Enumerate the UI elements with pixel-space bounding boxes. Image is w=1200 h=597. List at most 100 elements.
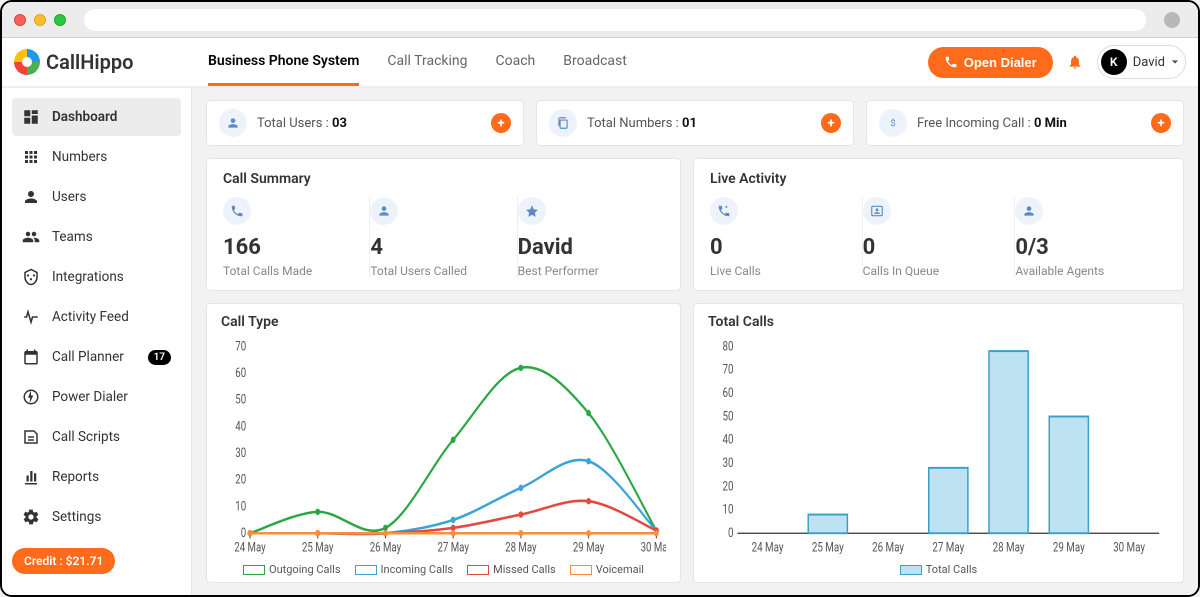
svg-text:24 May: 24 May (752, 539, 784, 555)
app-header: CallHippo Business Phone System Call Trac… (2, 38, 1198, 88)
svg-text:27 May: 27 May (437, 539, 469, 555)
svg-text:60: 60 (722, 385, 733, 401)
extension-icon[interactable] (1164, 12, 1180, 28)
nav-tab-broadcast[interactable]: Broadcast (563, 38, 627, 86)
svg-text:60: 60 (235, 365, 246, 381)
metric-value: 4 (370, 235, 504, 260)
legend-item[interactable]: Total Calls (900, 563, 977, 576)
open-dialer-button[interactable]: Open Dialer (928, 47, 1053, 78)
legend-swatch (900, 565, 922, 575)
sidebar-item-integrations[interactable]: Integrations (12, 258, 181, 296)
legend-item[interactable]: Missed Calls (467, 563, 556, 576)
svg-text:26 May: 26 May (872, 539, 904, 555)
sidebar-item-teams[interactable]: Teams (12, 218, 181, 256)
legend-label: Missed Calls (493, 563, 556, 576)
call-type-chart-panel: Call Type 01020304050607024 May25 May26 … (206, 303, 681, 583)
main-nav: Business Phone System Call Tracking Coach B… (208, 38, 627, 86)
legend-item[interactable]: Voicemail (570, 563, 644, 576)
add-button[interactable]: + (491, 113, 511, 133)
nav-tab-call-tracking[interactable]: Call Tracking (387, 38, 467, 86)
power-icon (22, 388, 40, 406)
metric-label: Live Calls (710, 264, 850, 278)
sidebar-item-dashboard[interactable]: Dashboard (12, 98, 181, 136)
metric-label: Total Calls Made (223, 264, 357, 278)
sidebar-item-label: Teams (52, 229, 93, 245)
planner-icon (22, 348, 40, 366)
sidebar-item-label: Call Planner (52, 349, 124, 365)
add-button[interactable]: + (821, 113, 841, 133)
nav-tab-coach[interactable]: Coach (496, 38, 536, 86)
sidebar-item-numbers[interactable]: Numbers (12, 138, 181, 176)
avatar: K (1101, 49, 1127, 75)
svg-text:30: 30 (235, 445, 246, 461)
svg-text:29 May: 29 May (573, 539, 605, 555)
sidebar-item-label: Dashboard (52, 109, 117, 125)
svg-text:29 May: 29 May (1053, 539, 1085, 555)
nav-tab-business-phone-system[interactable]: Business Phone System (208, 38, 359, 86)
svg-text:50: 50 (235, 391, 246, 407)
sidebar-item-power-dialer[interactable]: Power Dialer (12, 378, 181, 416)
sidebar-item-call-scripts[interactable]: Call Scripts (12, 418, 181, 456)
credit-pill[interactable]: Credit : $21.71 (12, 548, 115, 574)
svg-text:70: 70 (722, 361, 733, 377)
metric-value: 166 (223, 235, 357, 260)
sidebar-item-activity-feed[interactable]: Activity Feed (12, 298, 181, 336)
integrations-icon (22, 268, 40, 286)
phone-icon (944, 55, 958, 69)
sidebar-item-reports[interactable]: Reports (12, 458, 181, 496)
svg-text:24 May: 24 May (234, 539, 266, 555)
svg-text:26 May: 26 May (370, 539, 402, 555)
url-bar[interactable] (84, 9, 1146, 31)
user-menu[interactable]: K David (1097, 45, 1186, 79)
chart-legend: Total Calls (708, 563, 1169, 576)
metric-value: 0/3 (1015, 235, 1155, 260)
open-dialer-label: Open Dialer (964, 55, 1037, 70)
stat-text: Total Numbers : 01 (587, 116, 697, 131)
metric-label: Best Performer (518, 264, 652, 278)
metric-value: 0 (710, 235, 850, 260)
close-window-icon[interactable] (14, 14, 26, 26)
chevron-down-icon (1171, 58, 1179, 66)
stat-card: Total Numbers : 01 + (536, 100, 854, 146)
user-icon (370, 197, 398, 225)
legend-swatch (355, 565, 377, 575)
sidebar-item-users[interactable]: Users (12, 178, 181, 216)
total-calls-chart-panel: Total Calls 0102030405060708024 May25 Ma… (693, 303, 1184, 583)
sidebar-item-label: Activity Feed (52, 309, 129, 325)
maximize-window-icon[interactable] (54, 14, 66, 26)
svg-text:80: 80 (722, 340, 733, 354)
app-body: Dashboard Numbers Users Teams Integrations Ac… (2, 88, 1198, 595)
scripts-icon (22, 428, 40, 446)
sidebar-item-label: Integrations (52, 269, 124, 285)
stat-text: Free Incoming Call : 0 Min (917, 116, 1067, 131)
sidebar-item-label: Call Scripts (52, 429, 120, 445)
charts-row: Call Type 01020304050607024 May25 May26 … (206, 303, 1184, 583)
sidebar-item-call-planner[interactable]: Call Planner 17 (12, 338, 181, 376)
reports-icon (22, 468, 40, 486)
legend-item[interactable]: Outgoing Calls (243, 563, 341, 576)
phone-icon (223, 197, 251, 225)
metric-label: Calls In Queue (863, 264, 1003, 278)
brand-logo[interactable]: CallHippo (14, 49, 184, 75)
stat-card: $Free Incoming Call : 0 Min+ (866, 100, 1184, 146)
minimize-window-icon[interactable] (34, 14, 46, 26)
sidebar-item-label: Numbers (52, 149, 107, 165)
sidebar-badge: 17 (148, 350, 171, 365)
metric: DavidBest Performer (518, 197, 664, 278)
user-icon (1015, 197, 1043, 225)
activity-icon (22, 308, 40, 326)
metric-label: Total Users Called (370, 264, 504, 278)
numbers-icon (22, 148, 40, 166)
svg-text:40: 40 (235, 418, 246, 434)
chart-legend: Outgoing Calls Incoming Calls Missed Calls… (221, 563, 666, 576)
main-content: Total Users : 03+Total Numbers : 01+$Fre… (192, 88, 1198, 595)
top-stat-row: Total Users : 03+Total Numbers : 01+$Fre… (206, 100, 1184, 146)
add-button[interactable]: + (1151, 113, 1171, 133)
sidebar-item-settings[interactable]: Settings (12, 498, 181, 536)
legend-item[interactable]: Incoming Calls (355, 563, 454, 576)
chart-title: Call Type (221, 314, 666, 330)
svg-text:30: 30 (722, 455, 733, 471)
notifications-icon[interactable] (1067, 54, 1083, 70)
chart-area: 0102030405060708024 May25 May26 May27 Ma… (708, 340, 1169, 559)
stat-text: Total Users : 03 (257, 116, 347, 131)
